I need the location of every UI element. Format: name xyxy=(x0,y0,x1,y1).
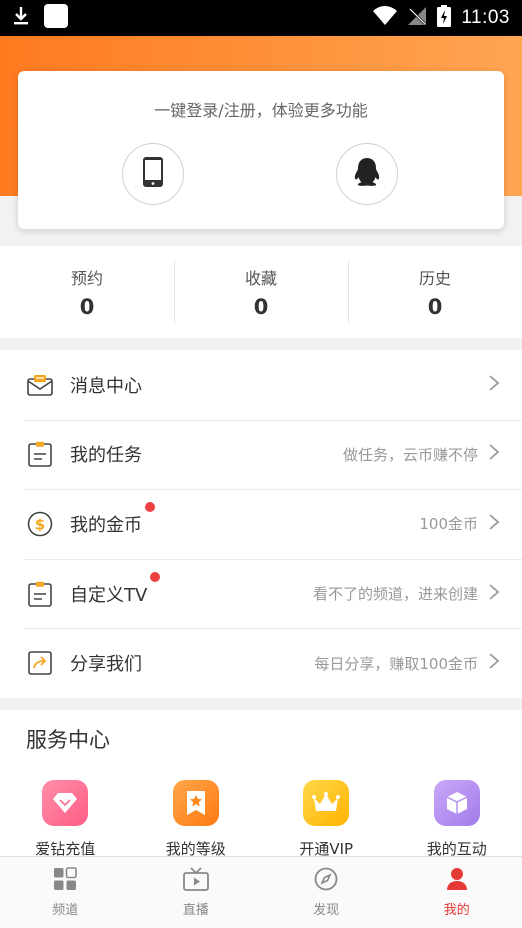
tab-label: 直播 xyxy=(182,903,209,918)
stat-value: 0 xyxy=(253,295,269,319)
stat-history[interactable]: 历史 0 xyxy=(348,246,522,338)
stat-label: 收藏 xyxy=(244,269,277,288)
level-star-icon xyxy=(172,780,219,826)
status-time: 11:03 xyxy=(461,7,510,28)
menu-label: 分享我们 xyxy=(70,650,142,676)
tv-icon xyxy=(182,867,209,895)
service-title: 服务中心 xyxy=(26,728,110,752)
menu-item-messages[interactable]: 消息中心 xyxy=(0,350,522,420)
menu-list: 消息中心 我的任务 做任务，云币赚不停 $ 我的金币 100金币 自定义TV 看… xyxy=(0,350,522,698)
menu-label: 消息中心 xyxy=(70,372,142,398)
share-icon xyxy=(26,649,54,677)
menu-label-text: 分享我们 xyxy=(70,654,142,676)
tab-label: 发现 xyxy=(313,903,340,918)
stat-value: 0 xyxy=(79,295,95,319)
tab-discover[interactable]: 发现 xyxy=(261,857,392,928)
message-icon xyxy=(26,371,54,399)
coin-icon: $ xyxy=(26,510,54,538)
tab-mine[interactable]: 我的 xyxy=(392,857,522,928)
menu-label-text: 自定义TV xyxy=(70,584,148,606)
menu-hint: 做任务，云币赚不停 xyxy=(342,445,478,464)
compass-icon xyxy=(314,867,338,895)
menu-label-text: 消息中心 xyxy=(70,375,142,397)
tab-channels[interactable]: 频道 xyxy=(0,857,131,928)
chevron-right-icon xyxy=(488,583,500,605)
chevron-right-icon xyxy=(488,443,500,465)
stat-reservations[interactable]: 预约 0 xyxy=(0,246,174,338)
chevron-right-icon xyxy=(488,374,500,396)
service-item-diamond-recharge[interactable]: 爱钻充值 xyxy=(0,780,131,859)
notification-dot xyxy=(150,571,161,582)
phone-login-button[interactable] xyxy=(122,143,184,205)
qq-login-button[interactable] xyxy=(336,143,398,205)
menu-item-custom-tv[interactable]: 自定义TV 看不了的频道，进来创建 xyxy=(0,558,522,629)
service-item-open-vip[interactable]: 开通VIP xyxy=(261,780,392,859)
user-icon xyxy=(446,867,468,895)
custom-tv-icon xyxy=(26,580,54,608)
menu-item-tasks[interactable]: 我的任务 做任务，云币赚不停 xyxy=(0,419,522,490)
svg-text:$: $ xyxy=(35,515,45,533)
service-item-my-interaction[interactable]: 我的互动 xyxy=(392,780,522,859)
service-grid: 爱钻充值 我的等级 开通VIP 我的互动 xyxy=(0,780,522,859)
chevron-right-icon xyxy=(488,513,500,535)
menu-hint: 100金币 xyxy=(419,515,478,534)
phone-icon xyxy=(143,157,163,191)
cube-icon xyxy=(433,780,480,826)
tab-label: 频道 xyxy=(52,903,79,918)
status-bar: 11:03 xyxy=(0,0,522,36)
task-icon xyxy=(26,440,54,468)
menu-label: 我的金币 xyxy=(70,501,155,537)
menu-label: 自定义TV xyxy=(70,571,161,607)
qq-penguin-icon xyxy=(353,157,381,191)
menu-item-share[interactable]: 分享我们 每日分享，赚取100金币 xyxy=(0,628,522,698)
chevron-right-icon xyxy=(488,652,500,674)
service-center: 服务中心 爱钻充值 我的等级 开通VIP 我的互动 xyxy=(0,710,522,860)
bottom-tab-bar: 频道 直播 发现 我的 xyxy=(0,856,522,928)
battery-charging-icon xyxy=(437,5,452,31)
tab-live[interactable]: 直播 xyxy=(131,857,262,928)
grid-icon xyxy=(53,867,78,895)
menu-label-text: 我的金币 xyxy=(70,514,142,536)
menu-hint: 每日分享，赚取100金币 xyxy=(314,654,478,673)
notification-dot xyxy=(145,501,155,512)
no-signal-icon xyxy=(407,6,427,30)
wifi-icon xyxy=(373,6,398,30)
stat-favorites[interactable]: 收藏 0 xyxy=(174,246,348,338)
crown-icon xyxy=(303,780,350,826)
tab-label: 我的 xyxy=(443,903,470,918)
stat-label: 预约 xyxy=(70,269,103,288)
menu-hint: 看不了的频道，进来创建 xyxy=(312,585,478,604)
stat-value: 0 xyxy=(427,295,443,319)
app-notification-icon xyxy=(44,4,68,32)
menu-label: 我的任务 xyxy=(70,441,142,467)
menu-label-text: 我的任务 xyxy=(70,445,142,467)
stats-row: 预约 0 收藏 0 历史 0 xyxy=(0,246,522,338)
download-icon xyxy=(12,6,30,30)
login-card: 一键登录/注册，体验更多功能 xyxy=(18,71,504,229)
diamond-icon xyxy=(42,780,89,826)
stat-label: 历史 xyxy=(418,269,451,288)
login-prompt[interactable]: 一键登录/注册，体验更多功能 xyxy=(18,97,504,121)
service-item-my-level[interactable]: 我的等级 xyxy=(131,780,262,859)
menu-item-coins[interactable]: $ 我的金币 100金币 xyxy=(0,489,522,559)
